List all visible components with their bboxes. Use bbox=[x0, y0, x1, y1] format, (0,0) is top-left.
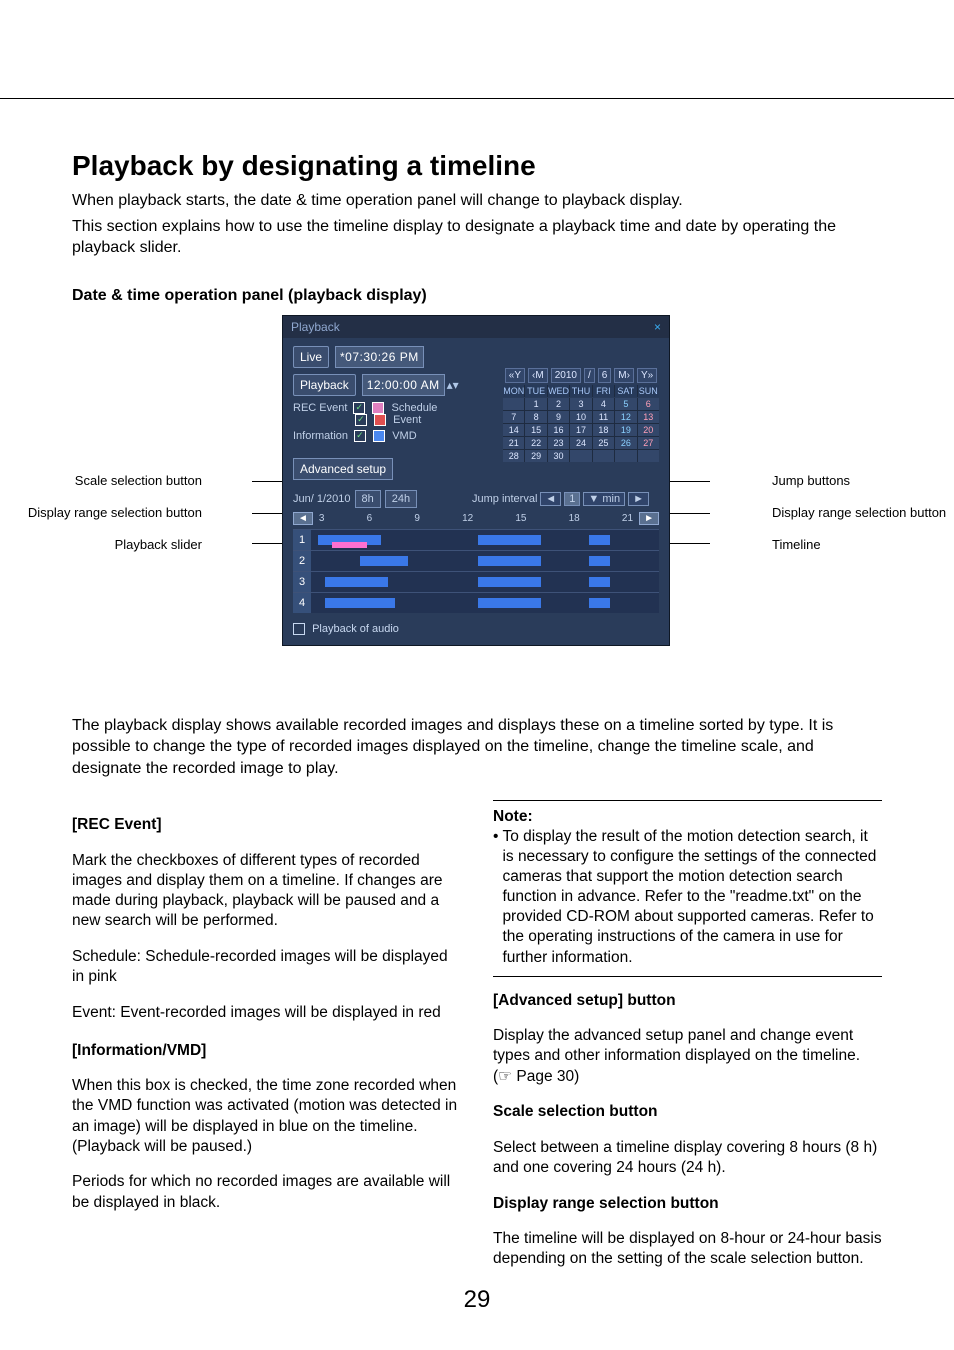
scale-24h-button[interactable]: 24h bbox=[385, 490, 417, 508]
timeline-date: Jun/ 1/2010 bbox=[293, 493, 351, 505]
vmd-label: VMD bbox=[392, 430, 416, 442]
callout-jump-buttons: Jump buttons bbox=[772, 473, 954, 488]
note-body: To display the result of the motion dete… bbox=[502, 827, 882, 968]
live-button[interactable]: Live bbox=[293, 346, 329, 368]
panel-header-title: Playback bbox=[291, 320, 340, 334]
schedule-label: Schedule bbox=[392, 402, 438, 414]
playback-panel: Playback × Live *07:30:26 PM Playback 12… bbox=[282, 315, 670, 646]
jump-prev-button[interactable]: ◄ bbox=[540, 492, 561, 506]
callout-timeline: Timeline bbox=[772, 537, 954, 552]
callout-range-selection-left: Display range selection button bbox=[2, 505, 202, 520]
next-month-button[interactable]: M› bbox=[614, 368, 634, 383]
jump-unit-dropdown[interactable]: ▼ min bbox=[583, 492, 625, 506]
advanced-setup-button[interactable]: Advanced setup bbox=[293, 458, 393, 480]
note-heading: Note: bbox=[493, 808, 533, 825]
advanced-setup-heading: [Advanced setup] button bbox=[493, 992, 676, 1009]
close-icon[interactable]: × bbox=[654, 320, 661, 334]
range-right-button[interactable]: ► bbox=[639, 512, 659, 525]
prev-month-button[interactable]: ‹M bbox=[528, 368, 548, 383]
calendar[interactable]: «Y ‹M 2010/ 6 M› Y» MONTUEWEDTHUFRISATSU… bbox=[503, 368, 659, 462]
callout-scale-selection: Scale selection button bbox=[2, 473, 202, 488]
rec-event-p1: Mark the checkboxes of different types o… bbox=[72, 851, 461, 932]
playback-time-field[interactable]: 12:00:00 AM bbox=[362, 374, 445, 396]
jump-next-button[interactable]: ► bbox=[628, 492, 649, 506]
vmd-checkbox[interactable] bbox=[354, 430, 366, 442]
scale-selection-body: Select between a timeline display coveri… bbox=[493, 1138, 882, 1178]
information-label: Information bbox=[293, 430, 348, 442]
cal-month: 6 bbox=[598, 368, 612, 383]
timeline[interactable]: 1 2 3 4 bbox=[293, 529, 659, 613]
cal-year: 2010 bbox=[551, 368, 581, 383]
rec-event-p2: Schedule: Schedule-recorded images will … bbox=[72, 947, 461, 987]
intro-line-2: This section explains how to use the tim… bbox=[72, 216, 882, 259]
jump-interval-value: 1 bbox=[564, 492, 580, 506]
advanced-setup-body: Display the advanced setup panel and cha… bbox=[493, 1026, 882, 1086]
scale-8h-button[interactable]: 8h bbox=[355, 490, 381, 508]
event-label: Event bbox=[393, 414, 421, 426]
schedule-checkbox[interactable] bbox=[353, 402, 365, 414]
live-time-display: *07:30:26 PM bbox=[335, 346, 424, 368]
info-vmd-p1: When this box is checked, the time zone … bbox=[72, 1076, 461, 1157]
next-year-button[interactable]: Y» bbox=[637, 368, 657, 383]
page-number: 29 bbox=[0, 1286, 954, 1314]
audio-checkbox[interactable] bbox=[293, 623, 305, 635]
stepper-icon[interactable]: ▴▾ bbox=[447, 378, 459, 392]
prev-year-button[interactable]: «Y bbox=[505, 368, 525, 383]
callout-playback-slider: Playback slider bbox=[2, 537, 202, 552]
callout-range-selection-right: Display range selection button bbox=[772, 505, 954, 520]
range-selection-heading: Display range selection button bbox=[493, 1195, 719, 1212]
rec-event-p3: Event: Event-recorded images will be dis… bbox=[72, 1003, 461, 1023]
rec-event-label: REC Event bbox=[293, 402, 347, 414]
range-selection-body: The timeline will be displayed on 8-hour… bbox=[493, 1229, 882, 1269]
info-vmd-p2: Periods for which no recorded images are… bbox=[72, 1172, 461, 1212]
info-vmd-heading: [Information/VMD] bbox=[72, 1042, 206, 1059]
audio-label: Playback of audio bbox=[312, 623, 399, 635]
panel-subhead: Date & time operation panel (playback di… bbox=[72, 287, 882, 305]
rec-event-heading: [REC Event] bbox=[72, 816, 162, 833]
after-panel-text: The playback display shows available rec… bbox=[72, 715, 882, 780]
event-checkbox[interactable] bbox=[355, 414, 367, 426]
scale-selection-heading: Scale selection button bbox=[493, 1103, 658, 1120]
intro-line-1: When playback starts, the date & time op… bbox=[72, 190, 882, 212]
range-left-button[interactable]: ◄ bbox=[293, 512, 313, 525]
playback-button[interactable]: Playback bbox=[293, 374, 356, 396]
page-title: Playback by designating a timeline bbox=[72, 150, 882, 182]
jump-interval-label: Jump interval bbox=[472, 493, 537, 505]
